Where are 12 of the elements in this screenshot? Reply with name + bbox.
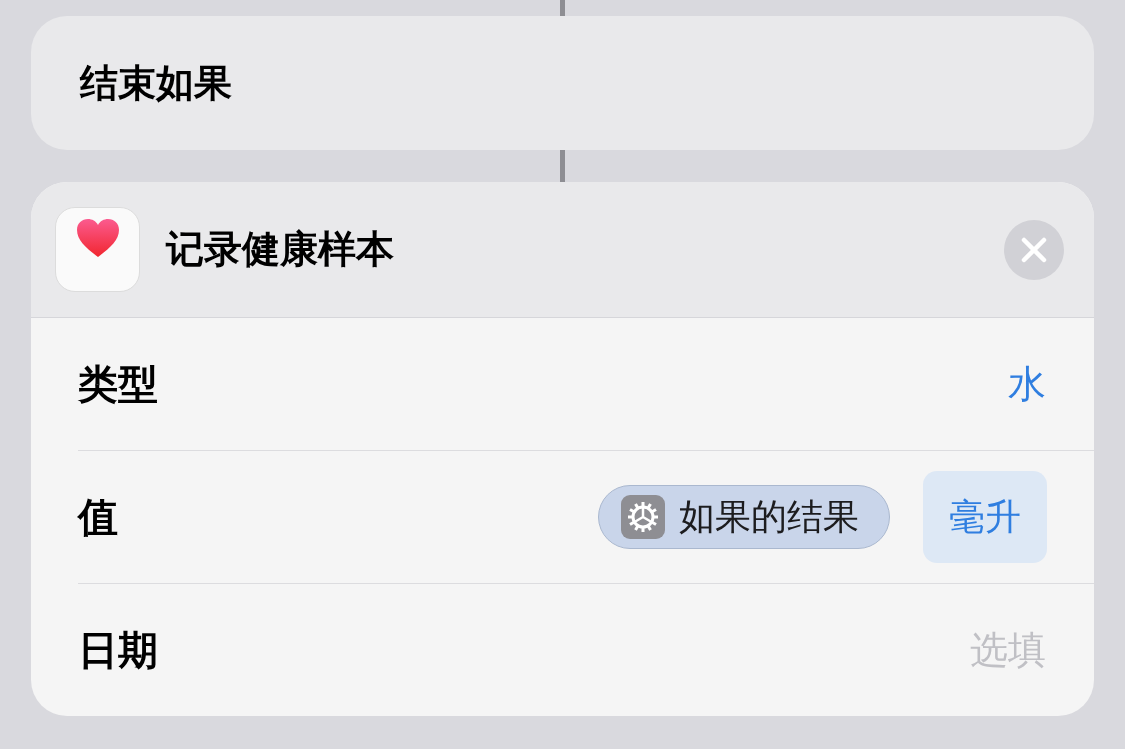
variable-token[interactable]: 如果的结果 [598, 485, 890, 549]
parameter-label: 日期 [78, 625, 159, 675]
close-icon [1021, 236, 1047, 263]
parameter-label: 类型 [78, 359, 159, 409]
token-label: 如果的结果 [679, 494, 859, 539]
action-title: 记录健康样本 [166, 226, 395, 273]
gear-icon [621, 495, 665, 539]
end-if-block[interactable]: 结束如果 [31, 16, 1094, 150]
heart-icon [75, 218, 120, 258]
unit-button[interactable]: 毫升 [923, 471, 1047, 563]
parameter-value[interactable]: 水 [1008, 358, 1046, 410]
parameter-label: 值 [78, 492, 119, 542]
